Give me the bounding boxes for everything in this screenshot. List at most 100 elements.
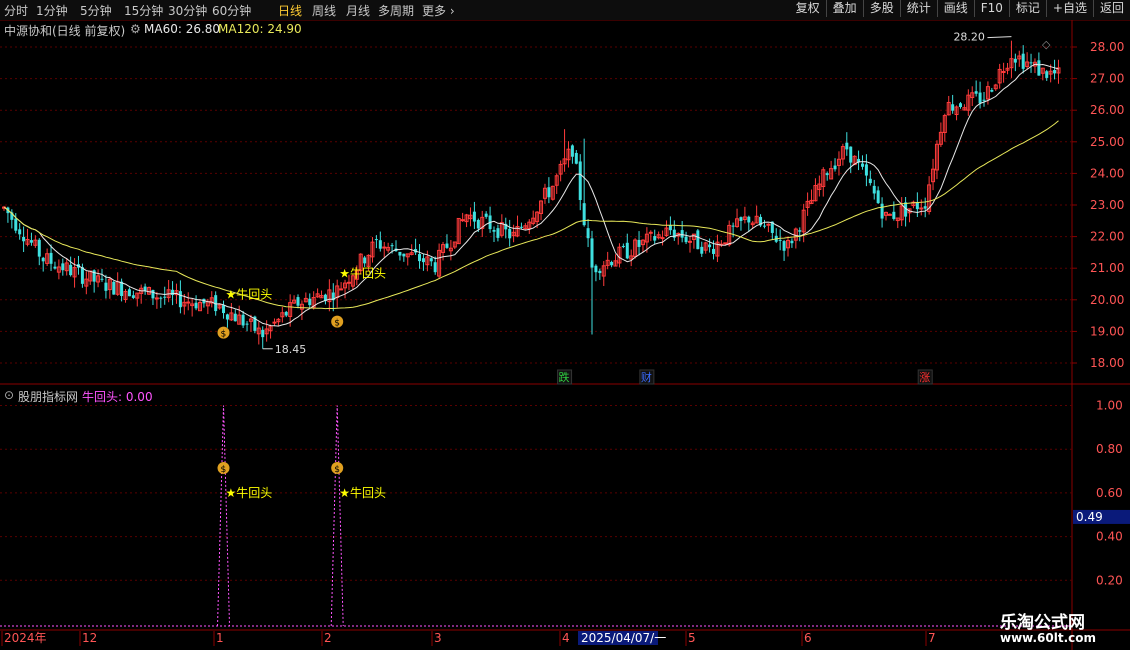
candle-body-down [49,252,53,264]
candle-body-down [245,323,249,325]
candle-body-down [625,242,629,259]
candle-body-down [159,297,163,299]
candle-body-down [731,225,735,227]
candle-body-down [790,240,794,244]
candle-body-down [194,302,198,309]
candle-body-down [825,173,829,176]
low-price-label: 18.45 [275,343,307,356]
candle-body-up [919,207,924,210]
date-axis-label: 2 [324,631,332,645]
candle-body-down [982,99,986,101]
candle-body-down [833,165,837,170]
candle-body-up [154,297,159,300]
candle-body-up [766,223,771,226]
candle-body-down [476,219,480,229]
price-axis-label: 27.00 [1090,72,1124,86]
candle-body-down [876,190,880,204]
candle-body-up [688,240,692,243]
candle-body-down [958,103,962,107]
candle-body-down [1053,70,1057,74]
candle-body-down [41,257,45,262]
candle-body-down [762,225,766,227]
candle-body-down [978,92,982,104]
candle-body-down [418,254,422,262]
candle-body-down [80,267,84,284]
candle-body-down [864,164,868,176]
candle-body-down [951,104,955,111]
event-tag: 财 [641,370,652,384]
candle-body-down [61,263,65,271]
candlestick-chart[interactable]: 28.0027.0026.0025.0024.0023.0022.0021.00… [0,0,1130,650]
candle-body-down [915,202,919,210]
candle-body-down [484,213,488,217]
candle-body-down [1037,60,1041,76]
candle-body-down [990,89,994,92]
event-tag: 跌 [559,370,570,384]
indicator-spike [217,405,231,627]
candle-body-down [151,289,155,299]
candle-body-down [547,187,551,198]
candle-body-down [798,230,802,232]
candle-body-down [296,297,300,306]
candle-body-down [225,314,229,320]
candle-body-down [582,203,586,226]
candle-body-up [186,301,191,304]
candle-body-down [586,228,590,239]
indicator-signal-label: ★牛回头 [226,485,273,500]
candle-body-down [472,211,476,222]
candle-body-down [668,225,672,231]
candle-body-down [18,229,22,235]
candle-body-up [887,213,892,216]
indicator-axis-label: 0.40 [1096,530,1123,544]
candle-body-up [346,281,351,284]
candle-body-down [53,266,57,269]
candle-body-down [37,239,41,257]
indicator-axis-label: 0.80 [1096,442,1123,456]
date-axis-label: 2024年 [4,631,47,645]
candle-body-down [163,296,167,298]
price-axis-label: 18.00 [1090,356,1124,370]
watermark-title: 乐淘公式网 [1000,613,1085,633]
signal-label: ★牛回头 [339,266,386,281]
signal-label: ★牛回头 [226,287,273,302]
diamond-marker-icon: ◇ [1042,38,1051,51]
price-axis-label: 20.00 [1090,293,1124,307]
candle-body-down [131,295,135,298]
candle-body-down [574,152,578,164]
candle-body-down [696,230,700,250]
candle-body-down [594,265,598,273]
money-bag-symbol: $ [334,465,340,475]
candle-body-down [120,281,124,296]
candle-body-down [880,203,884,219]
indicator-cursor-value: 0.49 [1076,510,1103,524]
ma-short-line [3,63,1059,327]
candle-body-down [923,206,927,209]
candle-body-down [1029,62,1033,64]
high-pointer [987,36,1012,39]
candle-body-down [233,313,237,322]
price-axis-label: 23.00 [1090,198,1124,212]
candle-body-down [598,270,602,274]
candle-body-down [974,91,978,94]
candle-body-down [845,142,849,150]
price-axis-label: 25.00 [1090,135,1124,149]
candle-body-up [1001,71,1006,74]
candle-body-down [374,239,378,241]
candle-body-down [680,230,684,238]
candle-body-down [104,282,108,291]
candle-body-up [460,219,465,222]
candle-body-down [778,239,782,241]
candle-body-down [261,329,265,338]
candle-body-down [171,289,175,296]
candle-body-down [284,311,288,316]
candle-body-down [363,257,367,264]
event-tag: 涨 [919,371,930,384]
indicator-signal-label: ★牛回头 [339,485,386,500]
price-axis-label: 22.00 [1090,230,1124,244]
candle-body-up [339,288,344,291]
price-axis-label: 19.00 [1090,324,1124,338]
price-axis-label: 28.00 [1090,40,1124,54]
candle-body-down [398,251,402,256]
candle-body-down [402,253,406,257]
candle-body-up [648,231,653,234]
